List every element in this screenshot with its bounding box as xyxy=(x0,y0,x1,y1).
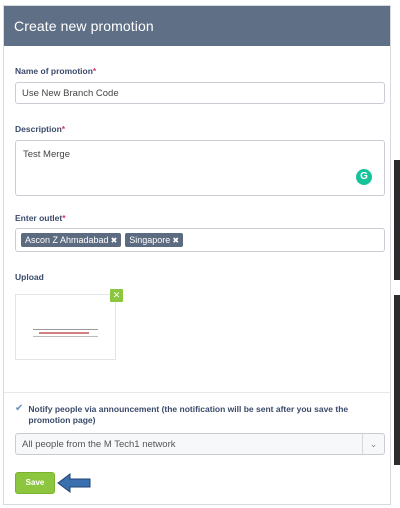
description-text: Test Merge xyxy=(23,149,70,160)
grammarly-icon[interactable]: G xyxy=(356,169,372,185)
chevron-down-icon[interactable]: ⌄ xyxy=(362,434,384,454)
notify-label: Notify people via announcement (the noti… xyxy=(28,404,349,425)
image-thumbnail xyxy=(33,329,98,337)
remove-upload-icon[interactable]: ✕ xyxy=(110,289,123,302)
remove-tag-icon[interactable]: ✖ xyxy=(172,236,179,245)
modal-title: Create new promotion xyxy=(14,18,154,34)
description-textarea[interactable]: Test Merge G xyxy=(15,140,385,196)
outlet-input[interactable]: Ascon Z Ahmadabad ✖ Singapore ✖ xyxy=(15,228,385,252)
upload-thumbnail[interactable] xyxy=(15,294,116,360)
checkmark-icon[interactable]: ✔ xyxy=(15,404,23,426)
save-button[interactable]: Save xyxy=(15,472,55,494)
notify-checkbox-row[interactable]: ✔ Notify people via announcement (the no… xyxy=(15,404,385,426)
outlet-tag-ascon: Ascon Z Ahmadabad ✖ xyxy=(21,233,122,247)
outlet-tag-singapore: Singapore ✖ xyxy=(125,233,184,247)
description-label: Description* xyxy=(15,124,66,134)
arrow-left-icon xyxy=(57,473,91,493)
outlet-label: Enter outlet* xyxy=(15,213,66,223)
divider xyxy=(4,392,390,393)
remove-tag-icon[interactable]: ✖ xyxy=(111,236,118,245)
modal-header: Create new promotion xyxy=(4,6,390,46)
audience-select[interactable]: All people from the M Tech1 network ⌄ xyxy=(15,433,385,455)
promotion-name-input[interactable]: Use New Branch Code xyxy=(15,82,385,104)
audience-value: All people from the M Tech1 network xyxy=(22,439,176,450)
name-label: Name of promotion* xyxy=(15,66,97,76)
background-edge xyxy=(392,0,400,508)
upload-label: Upload xyxy=(15,272,44,282)
promotion-modal: Create new promotion Name of promotion* … xyxy=(3,5,391,505)
